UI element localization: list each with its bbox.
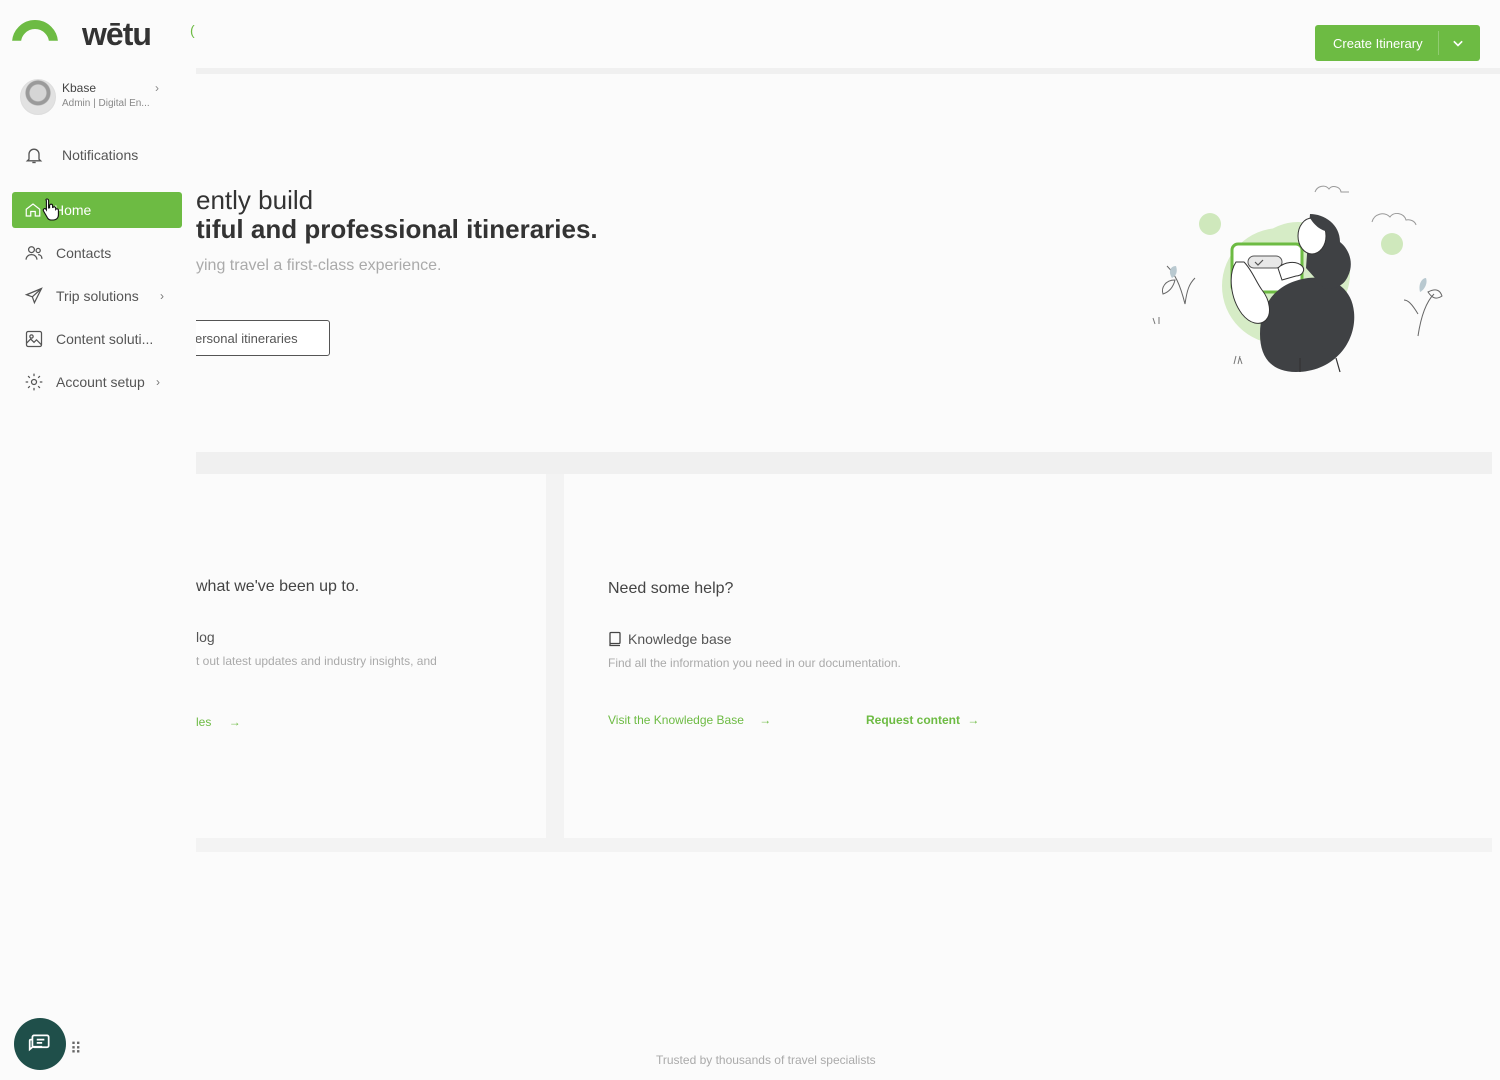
hero-illustration <box>1152 185 1443 373</box>
home-icon <box>25 203 41 217</box>
button-divider <box>1438 31 1439 55</box>
user-name: Kbase <box>62 81 97 95</box>
sidebar-item-label: Content soluti... <box>56 331 154 347</box>
visit-knowledge-base-label: Visit the Knowledge Base <box>608 713 744 727</box>
sidebar: wētu Kbase Admin | Digital En... › Notif… <box>0 0 196 1080</box>
avatar <box>20 79 56 115</box>
help-card-title: Need some help? <box>608 580 734 597</box>
contacts-icon <box>25 246 43 260</box>
sidebar-item-label: Account setup <box>56 374 145 390</box>
chevron-right-icon: › <box>160 289 164 303</box>
arrow-right-icon: → <box>759 713 772 727</box>
news-card-title: what we've been up to. <box>196 578 360 595</box>
chevron-right-icon: › <box>155 81 159 95</box>
bell-icon <box>25 148 43 164</box>
arrow-right-icon: → <box>228 715 241 729</box>
user-role: Admin | Digital En... <box>62 98 150 109</box>
chevron-right-icon: › <box>156 375 160 389</box>
hero-heading-line2: tiful and professional itineraries. <box>196 214 598 244</box>
collapse-sidebar-icon[interactable]: ( <box>190 22 195 38</box>
top-bar <box>196 0 1500 74</box>
section-divider-bottom <box>196 838 1492 852</box>
hero-banner: ently build tiful and professional itine… <box>186 86 1492 456</box>
news-card: what we've been up to. log t out latest … <box>196 484 546 838</box>
sidebar-item-home[interactable]: Home <box>12 192 182 228</box>
articles-link[interactable]: les → <box>196 715 241 729</box>
logo-arc-icon <box>12 20 58 41</box>
drag-handle-icon[interactable]: ⠿ <box>70 1039 82 1059</box>
book-icon <box>609 631 621 647</box>
sidebar-item-trip-solutions[interactable]: Trip solutions › <box>12 278 182 314</box>
image-icon <box>25 330 43 348</box>
sidebar-item-label: Contacts <box>56 245 112 261</box>
articles-link-label: les <box>196 715 212 729</box>
hero-heading-line1: ently build <box>196 185 314 215</box>
knowledge-base-label: Knowledge base <box>628 631 732 647</box>
card-gap <box>546 474 564 838</box>
section-divider <box>196 452 1492 474</box>
hero-subtitle: ying travel a first-class experience. <box>196 257 442 274</box>
knowledge-base-description: Find all the information you need in our… <box>608 656 901 670</box>
request-content-link[interactable]: Request content → <box>866 713 979 727</box>
wetu-logo[interactable]: wētu <box>12 14 192 54</box>
arrow-right-icon: → <box>967 713 980 727</box>
sidebar-item-contacts[interactable]: Contacts <box>12 235 182 271</box>
chat-button[interactable] <box>14 1018 66 1070</box>
sidebar-item-label: Trip solutions <box>56 288 139 304</box>
gear-icon <box>25 373 43 391</box>
chat-icon <box>28 1034 50 1052</box>
knowledge-base-title: Knowledge base <box>608 631 732 647</box>
request-content-label: Request content <box>866 713 961 727</box>
visit-knowledge-base-link[interactable]: Visit the Knowledge Base → <box>608 713 771 727</box>
create-itinerary-label: Create Itinerary <box>1333 35 1423 51</box>
footer-tagline: Trusted by thousands of travel specialis… <box>656 1053 876 1067</box>
blog-title: log <box>196 629 215 645</box>
personal-itineraries-button[interactable]: ersonal itineraries <box>186 320 330 356</box>
notifications-label: Notifications <box>62 147 139 163</box>
sidebar-item-content-solutions[interactable]: Content soluti... <box>12 321 182 357</box>
notifications-button[interactable]: Notifications <box>24 143 138 167</box>
blog-description: t out latest updates and industry insigh… <box>196 654 437 668</box>
logo-text: wētu <box>82 16 152 52</box>
hand-cursor-icon <box>42 198 59 221</box>
help-card: Need some help? Knowledge base Find all … <box>564 484 1492 838</box>
sidebar-item-account-setup[interactable]: Account setup › <box>12 364 182 400</box>
chevron-down-icon[interactable] <box>1448 33 1468 53</box>
create-itinerary-button[interactable]: Create Itinerary <box>1315 25 1480 61</box>
user-profile[interactable]: Kbase Admin | Digital En... › <box>20 79 170 117</box>
send-icon <box>24 287 43 305</box>
